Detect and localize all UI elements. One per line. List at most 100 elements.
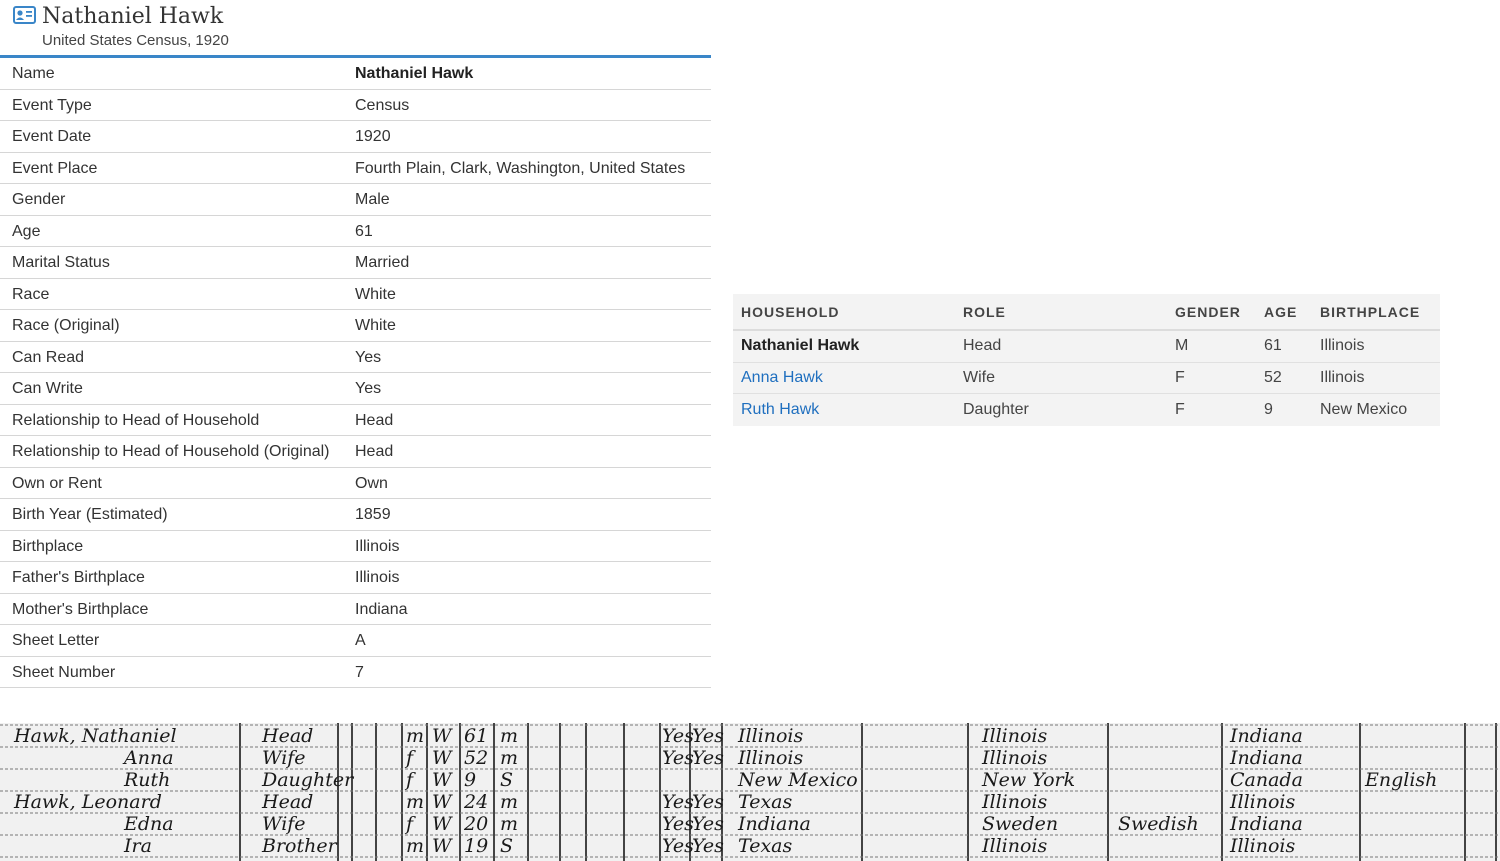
- scan-relationship: Head: [261, 725, 313, 747]
- scan-can-write: Yes: [692, 747, 724, 769]
- household-member-role: Wife: [963, 368, 995, 386]
- household-member-name: Nathaniel Hawk: [741, 337, 860, 355]
- fact-value: Head: [355, 411, 394, 429]
- fact-row: Birthplace Illinois: [0, 531, 711, 562]
- scan-can-write: Yes: [692, 725, 724, 747]
- fact-value: Head: [355, 443, 394, 460]
- scan-sex: m: [406, 791, 424, 813]
- fact-label: Sheet Letter: [12, 632, 100, 649]
- fact-label: Race (Original): [12, 317, 120, 334]
- census-image-strip[interactable]: Hawk, Nathaniel Head m W 61 m Yes Yes Illinois Il…: [0, 723, 1500, 861]
- household-member-gender: F: [1175, 400, 1185, 418]
- scan-marital-status: m: [500, 791, 518, 813]
- fact-row: Own or Rent Own: [0, 468, 711, 499]
- scan-age: 61: [464, 725, 488, 747]
- census-handwriting: Hawk, Nathaniel Head m W 61 m YesYes Illinois Il…: [0, 723, 1500, 861]
- household-row: Nathaniel Hawk Head M 61 Illinois: [733, 331, 1440, 363]
- scan-mother-birthplace: Illinois: [1229, 791, 1295, 813]
- scan-sex: f: [404, 813, 416, 835]
- household-member-gender: F: [1175, 368, 1185, 386]
- fact-row: Race White: [0, 279, 711, 310]
- scan-mother-birthplace: Indiana: [1229, 747, 1303, 769]
- scan-age: 9: [464, 769, 476, 791]
- fact-value: 61: [355, 222, 373, 240]
- scan-mother-birthplace: Indiana: [1229, 725, 1303, 747]
- fact-value: White: [355, 317, 396, 334]
- fact-row: Age 61: [0, 216, 711, 247]
- scan-race: W: [432, 813, 453, 835]
- scan-race: W: [432, 835, 453, 857]
- household-member-birthplace: New Mexico: [1320, 400, 1408, 418]
- scan-race: W: [432, 791, 453, 813]
- scan-birthplace: Indiana: [737, 813, 811, 835]
- fact-value: 7: [355, 663, 364, 681]
- fact-row: Sheet Letter A: [0, 625, 711, 657]
- fact-row: Sheet Number 7: [0, 657, 711, 688]
- fact-row: Can Write Yes: [0, 373, 711, 405]
- fact-label: Can Write: [12, 380, 83, 397]
- scan-father-birthplace: Sweden: [982, 813, 1058, 835]
- fact-value: 1920: [355, 128, 391, 145]
- fact-value: Yes: [355, 380, 382, 397]
- household-member-age: 9: [1264, 400, 1273, 418]
- column-age: AGE: [1264, 303, 1298, 320]
- scan-birthplace: Texas: [738, 835, 792, 857]
- household-member-link[interactable]: Ruth Hawk: [733, 401, 963, 419]
- scan-can-read: Yes: [662, 725, 694, 747]
- scan-marital-status: m: [500, 747, 518, 769]
- fact-label: Event Place: [12, 159, 98, 177]
- column-role: ROLE: [963, 303, 1006, 320]
- scan-can-read: Yes: [662, 747, 694, 769]
- scan-relationship: Wife: [262, 813, 306, 835]
- scan-marital-status: m: [500, 813, 518, 835]
- fact-label: Can Read: [12, 348, 85, 366]
- fact-label: Relationship to Head of Household (Origi…: [12, 443, 330, 460]
- household-member-gender: M: [1175, 337, 1189, 355]
- fact-row: Gender Male: [0, 184, 711, 216]
- scan-can-write: Yes: [692, 813, 724, 835]
- scan-name: Ruth: [123, 769, 170, 791]
- scan-relationship: Head: [261, 791, 313, 813]
- scan-marital-status: m: [500, 725, 518, 747]
- fact-value: Male: [355, 191, 390, 208]
- scan-marital-status: S: [500, 835, 513, 857]
- household-member-link[interactable]: Anna Hawk: [733, 369, 963, 387]
- scan-mother-birthplace: Illinois: [1229, 835, 1295, 857]
- record-header: Nathaniel Hawk United States Census, 192…: [0, 0, 711, 58]
- scan-father-birthplace: New York: [981, 769, 1075, 791]
- scan-relationship: Wife: [262, 747, 306, 769]
- fact-label: Event Date: [12, 128, 92, 145]
- person-card-icon: [13, 6, 36, 24]
- scan-can-read: Yes: [662, 835, 694, 857]
- household-member-birthplace: Illinois: [1320, 368, 1365, 386]
- scan-can-write: Yes: [692, 791, 724, 813]
- scan-birthplace: Texas: [738, 791, 792, 813]
- fact-row: Birth Year (Estimated) 1859: [0, 499, 711, 531]
- fact-row: Marital Status Married: [0, 247, 711, 279]
- household-row: Ruth Hawk Daughter F 9 New Mexico: [733, 394, 1440, 426]
- fact-value: 1859: [355, 506, 391, 523]
- fact-label: Name: [12, 65, 55, 82]
- scan-mother-birthplace: Canada: [1230, 769, 1303, 791]
- household-header-row: HOUSEHOLD ROLE GENDER AGE BIRTHPLACE: [733, 294, 1440, 331]
- fact-label: Birth Year (Estimated): [12, 506, 168, 523]
- scan-mother-birthplace: Indiana: [1229, 813, 1303, 835]
- scan-father-birthplace: Illinois: [981, 747, 1047, 769]
- fact-row: Relationship to Head of Household Head: [0, 405, 711, 436]
- facts-table: Name Nathaniel Hawk Event Type Census Event …: [0, 58, 711, 688]
- fact-row: Name Nathaniel Hawk: [0, 58, 711, 90]
- scan-race: W: [432, 725, 453, 747]
- scan-relationship: Brother: [261, 835, 339, 857]
- fact-value: Nathaniel Hawk: [355, 65, 474, 82]
- fact-label: Gender: [12, 191, 66, 208]
- fact-label: Own or Rent: [12, 474, 102, 492]
- fact-value: White: [355, 285, 396, 303]
- fact-row: Event Type Census: [0, 90, 711, 121]
- scan-name: Hawk, Leonard: [13, 791, 162, 813]
- fact-row: Relationship to Head of Household (Origi…: [0, 436, 711, 468]
- column-household: HOUSEHOLD: [741, 303, 840, 320]
- scan-age: 19: [464, 835, 488, 857]
- scan-father-birthplace: Illinois: [981, 835, 1047, 857]
- fact-label: Race: [12, 285, 50, 303]
- fact-label: Birthplace: [12, 537, 84, 555]
